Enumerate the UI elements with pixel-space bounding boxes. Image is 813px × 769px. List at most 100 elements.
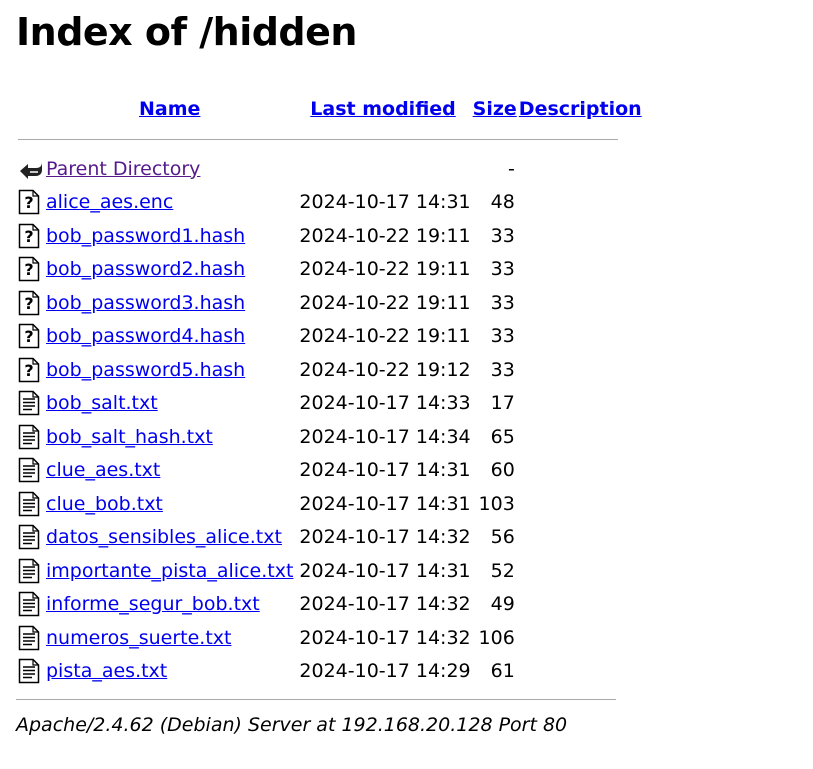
description-cell: [519, 186, 642, 220]
sort-by-description-link[interactable]: Description: [519, 98, 642, 120]
size-cell: 48: [490, 191, 515, 214]
table-row: bob_salt_hash.txt 2024-10-17 14:34 65: [18, 420, 642, 454]
table-row: bob_salt.txt 2024-10-17 14:33 17: [18, 387, 642, 421]
description-cell: [519, 454, 642, 488]
text-file-icon: [18, 591, 44, 617]
size-cell: 61: [490, 660, 515, 683]
size-cell: 60: [490, 459, 515, 482]
table-row: informe_segur_bob.txt 2024-10-17 14:32 49: [18, 588, 642, 622]
file-link[interactable]: datos_sensibles_alice.txt: [46, 526, 282, 548]
last-modified-cell: 2024-10-17 14:31: [299, 459, 471, 482]
last-modified-cell: 2024-10-17 14:31: [299, 492, 471, 515]
last-modified-column-header: Last modified: [295, 92, 470, 126]
size-cell: 17: [490, 392, 515, 415]
description-cell: [519, 521, 642, 555]
size-cell: 106: [478, 626, 515, 649]
description-cell: [519, 219, 642, 253]
size-cell: 33: [490, 258, 515, 281]
file-link[interactable]: bob_salt.txt: [46, 392, 158, 414]
file-link[interactable]: numeros_suerte.txt: [46, 627, 231, 649]
file-link[interactable]: informe_segur_bob.txt: [46, 593, 260, 615]
last-modified-cell: 2024-10-17 14:32: [299, 626, 471, 649]
file-link[interactable]: pista_aes.txt: [46, 660, 167, 682]
table-row: ? bob_password3.hash 2024-10-22 19:11 33: [18, 286, 642, 320]
name-column-header: Name: [46, 92, 293, 126]
description-cell: [519, 621, 642, 655]
file-link[interactable]: bob_password2.hash: [46, 258, 245, 280]
unknown-file-icon: ?: [18, 256, 44, 282]
size-cell: 49: [490, 593, 515, 616]
unknown-file-icon: ?: [18, 357, 44, 383]
table-row: datos_sensibles_alice.txt 2024-10-17 14:3…: [18, 521, 642, 555]
last-modified-cell: 2024-10-17 14:29: [299, 660, 471, 683]
page-title: Index of /hidden: [16, 10, 357, 54]
file-link[interactable]: bob_password3.hash: [46, 292, 245, 314]
last-modified-cell: 2024-10-22 19:11: [299, 291, 471, 314]
file-link[interactable]: bob_password4.hash: [46, 325, 245, 347]
text-file-icon: [18, 424, 44, 450]
file-link[interactable]: clue_bob.txt: [46, 493, 163, 515]
file-link[interactable]: importante_pista_alice.txt: [46, 560, 293, 582]
unknown-file-icon: ?: [18, 323, 44, 349]
table-row: ? bob_password1.hash 2024-10-22 19:11 33: [18, 219, 642, 253]
table-row: pista_aes.txt 2024-10-17 14:29 61: [18, 655, 642, 689]
size-column-header: Size: [473, 92, 517, 126]
header-separator-row: [18, 126, 642, 152]
size-cell: 33: [490, 224, 515, 247]
description-cell: [519, 554, 642, 588]
text-file-icon: [18, 558, 44, 584]
parent-directory-row: Parent Directory -: [18, 152, 642, 186]
sort-by-size-link[interactable]: Size: [473, 98, 517, 120]
description-cell: [519, 320, 642, 354]
last-modified-cell: 2024-10-17 14:34: [299, 425, 471, 448]
table-row: clue_bob.txt 2024-10-17 14:31 103: [18, 487, 642, 521]
last-modified-cell: 2024-10-17 14:31: [299, 191, 471, 214]
svg-text:?: ?: [24, 227, 33, 246]
description-cell: [519, 588, 642, 622]
table-row: importante_pista_alice.txt 2024-10-17 14:…: [18, 554, 642, 588]
text-file-icon: [18, 625, 44, 651]
description-column-header: Description: [519, 92, 642, 126]
svg-text:?: ?: [24, 327, 33, 346]
size-cell: 103: [478, 492, 515, 515]
table-row: ? bob_password2.hash 2024-10-22 19:11 33: [18, 253, 642, 287]
size-cell: 65: [490, 425, 515, 448]
server-signature: Apache/2.4.62 (Debian) Server at 192.168…: [16, 714, 568, 736]
table-row: ? bob_password4.hash 2024-10-22 19:11 33: [18, 320, 642, 354]
size-cell: 33: [490, 291, 515, 314]
description-cell: [519, 420, 642, 454]
description-cell: [519, 353, 642, 387]
file-link[interactable]: bob_password1.hash: [46, 225, 245, 247]
description-cell: [519, 387, 642, 421]
text-file-icon: [18, 390, 44, 416]
text-file-icon: [18, 491, 44, 517]
unknown-file-icon: ?: [18, 290, 44, 316]
table-row: ? bob_password5.hash 2024-10-22 19:12 33: [18, 353, 642, 387]
text-file-icon: [18, 524, 44, 550]
sort-by-name-link[interactable]: Name: [139, 98, 200, 120]
size-cell: 56: [490, 526, 515, 549]
description-cell: [519, 655, 642, 689]
table-row: ? alice_aes.enc 2024-10-17 14:31 48: [18, 186, 642, 220]
sort-by-last-modified-link[interactable]: Last modified: [310, 98, 455, 120]
parent-directory-link[interactable]: Parent Directory: [46, 158, 200, 180]
table-row: numeros_suerte.txt 2024-10-17 14:32 106: [18, 621, 642, 655]
file-link[interactable]: clue_aes.txt: [46, 459, 160, 481]
file-link[interactable]: alice_aes.enc: [46, 191, 173, 213]
file-link[interactable]: bob_salt_hash.txt: [46, 426, 213, 448]
table-header-row: Name Last modified Size Description: [18, 92, 642, 126]
size-cell: 52: [490, 559, 515, 582]
last-modified-cell: 2024-10-22 19:11: [299, 258, 471, 281]
back-icon: [18, 156, 44, 182]
header-divider: [18, 138, 618, 140]
last-modified-cell: 2024-10-22 19:11: [299, 325, 471, 348]
file-link[interactable]: bob_password5.hash: [46, 359, 245, 381]
description-cell: [519, 253, 642, 287]
footer-divider: [16, 699, 616, 700]
unknown-file-icon: ?: [18, 223, 44, 249]
text-file-icon: [18, 457, 44, 483]
last-modified-cell: 2024-10-17 14:32: [299, 526, 471, 549]
svg-text:?: ?: [24, 361, 33, 380]
size-cell: 33: [490, 358, 515, 381]
parent-size: -: [507, 157, 515, 180]
